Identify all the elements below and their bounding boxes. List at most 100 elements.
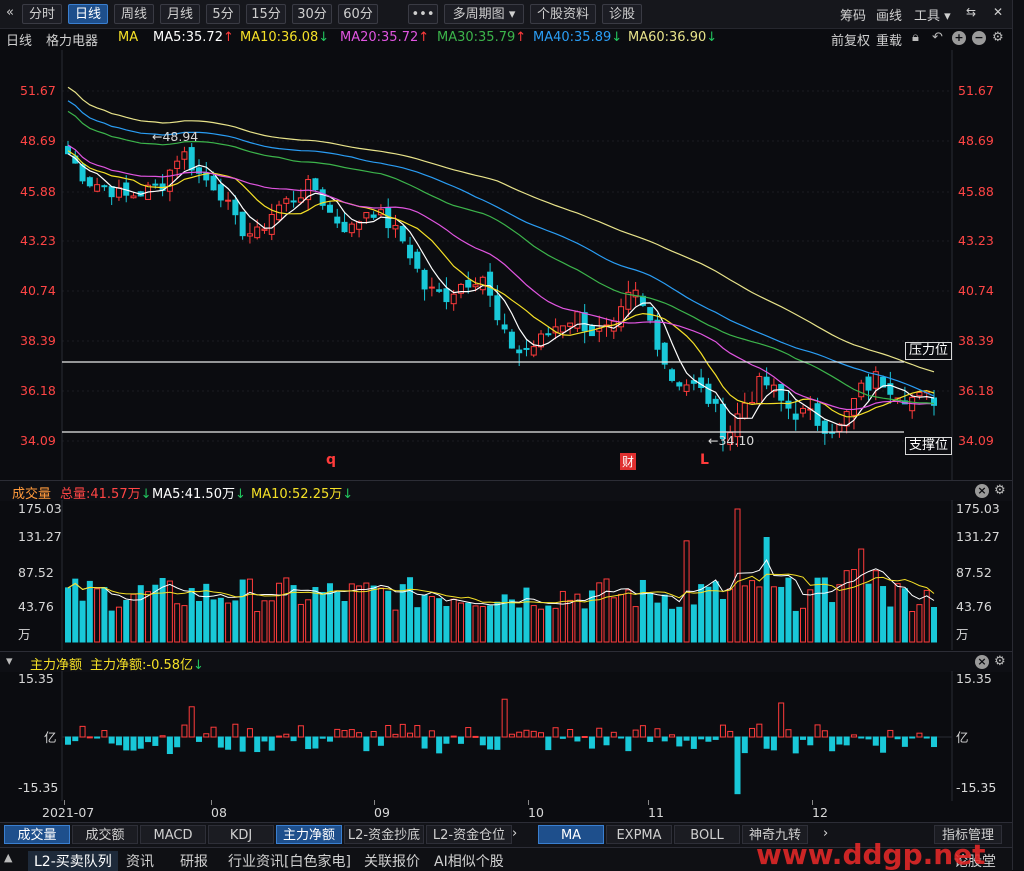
flow-bar: [494, 736, 501, 750]
date-label: 08: [211, 805, 227, 820]
period-button-5[interactable]: 15分: [246, 4, 286, 24]
period-button-1[interactable]: 日线: [68, 4, 108, 24]
period-button-6[interactable]: 30分: [292, 4, 332, 24]
candle-body: [290, 200, 297, 203]
collapse-icon[interactable]: ▲: [4, 851, 12, 864]
candle-body: [428, 286, 435, 289]
overlay-tab-2[interactable]: BOLL: [674, 825, 740, 844]
overlay-button[interactable]: 重载: [876, 30, 902, 49]
ma-indicator-label[interactable]: MA: [118, 30, 138, 45]
period-button-3[interactable]: 月线: [160, 4, 200, 24]
indicator-tab-1[interactable]: 成交额: [72, 825, 138, 844]
flow-bar: [254, 736, 261, 753]
flow-bar: [814, 724, 821, 738]
diagnose-button[interactable]: 诊股: [602, 4, 642, 24]
stock-info-button[interactable]: 个股资料: [530, 4, 596, 24]
volume-bar: [625, 589, 632, 643]
marker-q[interactable]: q: [326, 452, 336, 468]
volume-bar: [72, 578, 79, 643]
indicator-tab-3[interactable]: KDJ: [208, 825, 274, 844]
stock-name[interactable]: 格力电器: [46, 30, 98, 49]
volume-bar: [392, 609, 399, 643]
draw-line-button[interactable]: 画线: [876, 5, 902, 24]
marker-L[interactable]: L: [700, 452, 709, 468]
indicator-tab-6[interactable]: L2-资金仓位: [426, 825, 512, 844]
candle-body: [101, 185, 108, 188]
close-icon[interactable]: ✕: [993, 5, 1003, 19]
back-icon[interactable]: «: [6, 5, 14, 20]
tools-menu[interactable]: 工具 ▾: [914, 5, 951, 24]
multi-period-button[interactable]: 多周期图 ▾: [444, 4, 524, 24]
candle-body: [94, 184, 101, 192]
chips-button[interactable]: 筹码: [840, 5, 866, 24]
candle-body: [850, 398, 857, 416]
flow-bar: [829, 736, 836, 752]
candle-body: [334, 216, 341, 224]
volume-panel-header: 成交量 总量:41.57万↓ MA5:41.50万↓ MA10:52.25万↓ …: [0, 480, 1012, 502]
undo-icon[interactable]: ↶: [932, 30, 943, 45]
ma40-line: [67, 100, 935, 397]
flow-bar: [465, 727, 472, 738]
indicator-tab-4[interactable]: 主力净额: [276, 825, 342, 844]
volume-bar: [698, 584, 705, 643]
candlestick-chart[interactable]: [0, 50, 1012, 480]
flow-bar: [785, 729, 792, 738]
main-flow-chart[interactable]: [0, 671, 1012, 801]
volume-bar: [450, 598, 457, 643]
add-icon[interactable]: +: [952, 31, 966, 45]
flow-bar: [712, 736, 719, 740]
indicator-tab-0[interactable]: 成交量: [4, 825, 70, 844]
volume-bar: [123, 599, 130, 643]
flow-bar: [530, 730, 537, 738]
swap-icon[interactable]: ⇆: [966, 5, 976, 19]
ma60-value: MA60:36.90↓: [628, 30, 718, 45]
candle-body: [348, 223, 355, 234]
close-panel-icon[interactable]: ×: [975, 484, 989, 498]
overlay-tab-0[interactable]: MA: [538, 825, 604, 844]
candle-body: [501, 324, 508, 330]
gear-icon[interactable]: ⚙: [992, 30, 1004, 45]
bottom-tab-3[interactable]: 行业资讯[白色家电]: [228, 851, 351, 871]
ma-legend-bar: 日线 格力电器 MA MA5:35.72↑ MA10:36.08↓ MA20:3…: [0, 28, 1010, 49]
flow-bar: [734, 736, 741, 795]
candle-body: [712, 398, 719, 404]
flow-bar: [552, 727, 559, 738]
overlay-tab-1[interactable]: EXPMA: [606, 825, 672, 844]
gear-icon[interactable]: ⚙: [994, 483, 1006, 498]
bottom-tab-5[interactable]: AI相似个股: [434, 851, 504, 871]
indicator-tab-2[interactable]: MACD: [140, 825, 206, 844]
price-label-left: 43.23: [20, 233, 56, 248]
bottom-tab-1[interactable]: 资讯: [126, 851, 154, 871]
chevron-right-icon[interactable]: ›: [512, 826, 517, 841]
bottom-tab-2[interactable]: 研报: [180, 851, 208, 871]
flow-bar: [101, 730, 108, 738]
flow-bar: [428, 730, 435, 738]
close-panel-icon[interactable]: ×: [975, 655, 989, 669]
period-button-7[interactable]: 60分: [338, 4, 378, 24]
collapse-icon[interactable]: ▾: [6, 654, 13, 669]
flow-bar: [457, 736, 464, 744]
volume-bar: [246, 578, 253, 643]
more-periods-button[interactable]: •••: [408, 4, 438, 24]
indicator-tab-5[interactable]: L2-资金抄底: [344, 825, 424, 844]
period-button-2[interactable]: 周线: [114, 4, 154, 24]
volume-axis-label-right: 43.76: [956, 599, 992, 614]
remove-icon[interactable]: −: [972, 31, 986, 45]
lock-icon[interactable]: 🔒︎: [912, 30, 919, 45]
earnings-marker[interactable]: 财: [620, 453, 637, 470]
volume-bar: [807, 589, 814, 643]
volume-bar: [530, 605, 537, 643]
volume-chart[interactable]: [0, 500, 1012, 650]
bottom-tab-4[interactable]: 关联报价: [364, 851, 420, 871]
volume-bar: [370, 585, 377, 643]
price-label-left: 48.69: [20, 133, 56, 148]
flow-bar: [654, 728, 661, 738]
period-button-4[interactable]: 5分: [206, 4, 240, 24]
date-tick: [528, 800, 529, 805]
arrow-down-icon: ↓: [318, 30, 330, 45]
bottom-tab-0[interactable]: L2-买卖队列: [28, 851, 118, 871]
adjust-button[interactable]: 前复权: [831, 30, 870, 49]
gear-icon[interactable]: ⚙: [994, 654, 1006, 669]
period-button-0[interactable]: 分时: [22, 4, 62, 24]
candle-body: [217, 184, 224, 201]
